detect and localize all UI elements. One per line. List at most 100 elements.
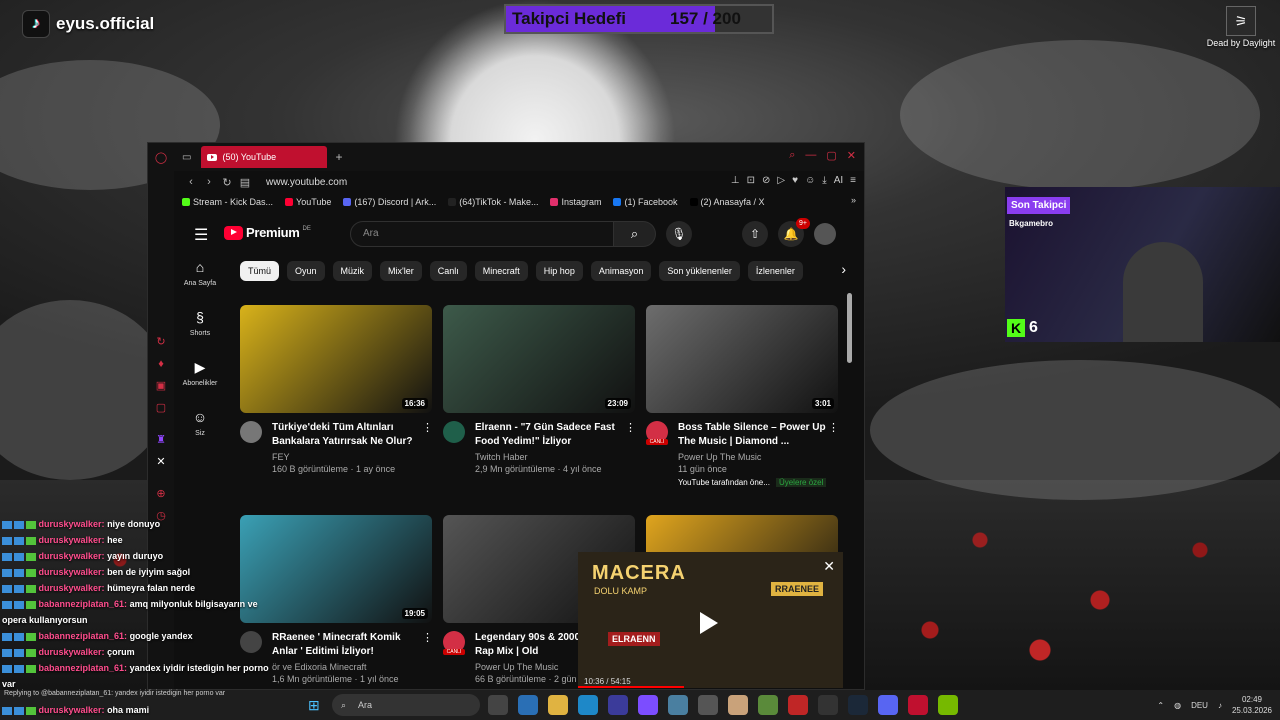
more-options-icon[interactable]: ⋮ [422, 421, 433, 474]
nav-item[interactable]: ☺ Siz [174, 409, 226, 459]
filter-chip[interactable]: Hip hop [535, 261, 583, 281]
pin-icon[interactable]: ⊥ [731, 175, 740, 186]
tray-overflow-icon[interactable]: ⌃ [1157, 701, 1164, 710]
start-button[interactable]: ⊞ [308, 697, 320, 714]
channel-avatar[interactable]: CANLI [646, 421, 668, 445]
video-thumbnail[interactable]: 23:09 [443, 305, 635, 413]
video-popout-icon[interactable]: ▷ [777, 175, 785, 186]
video-card[interactable]: 3:01 CANLI Boss Table Silence – Power Up T… [646, 305, 839, 487]
close-button[interactable]: ✕ [847, 149, 856, 162]
app-icon[interactable] [728, 695, 748, 715]
minecraft-icon[interactable] [758, 695, 778, 715]
adblock-icon[interactable]: ⊘ [762, 175, 770, 186]
nav-item[interactable]: ⌂ Ana Sayfa [174, 259, 226, 309]
volume-icon[interactable]: ♪ [1218, 701, 1222, 710]
task-view-icon[interactable] [488, 695, 508, 715]
channel-avatar[interactable] [240, 421, 262, 443]
network-icon[interactable]: ◍ [1174, 701, 1181, 710]
bookmark-item[interactable]: (1) Facebook [613, 197, 678, 207]
ai-button[interactable]: AI [834, 175, 843, 186]
app-icon[interactable] [668, 695, 688, 715]
youtube-premium-logo[interactable]: Premium DE [224, 225, 311, 240]
filter-chip[interactable]: Canlı [429, 261, 467, 281]
store-icon[interactable] [608, 695, 628, 715]
filter-chip[interactable]: Minecraft [474, 261, 528, 281]
taskbar-search[interactable]: ⌕ Ara [332, 694, 480, 716]
notifications-button[interactable]: 🔔 9+ [778, 218, 810, 247]
video-thumbnail[interactable]: 3:01 [646, 305, 838, 413]
language-indicator[interactable]: DEU [1191, 701, 1208, 710]
file-explorer-icon[interactable] [548, 695, 568, 715]
video-title[interactable]: Türkiye'deki Tüm Altınları Bankalara Yat… [272, 421, 422, 449]
channel-name[interactable]: FEY [272, 452, 422, 462]
minimize-button[interactable]: — [805, 149, 816, 162]
video-card[interactable]: 16:36 Türkiye'deki Tüm Altınları Bankalar… [240, 305, 433, 474]
filter-chip[interactable]: İzlenenler [747, 261, 803, 281]
opera-logo-icon[interactable]: ◯ [154, 151, 168, 165]
search-button[interactable]: ⌕ [614, 221, 656, 247]
clock[interactable]: 02:49 25.03.2026 [1232, 694, 1272, 716]
edge-icon[interactable] [578, 695, 598, 715]
download-icon[interactable]: ⤓ [822, 175, 826, 186]
filter-chip[interactable]: Mix'ler [380, 261, 422, 281]
search-input[interactable]: Ara [350, 221, 614, 247]
search-tabs-icon[interactable]: ⌕ [789, 149, 795, 162]
x-icon[interactable]: ✕ [154, 455, 168, 469]
opera-icon[interactable] [908, 695, 928, 715]
video-title[interactable]: Boss Table Silence – Power Up The Music … [678, 421, 828, 449]
channel-avatar[interactable]: CANLI [443, 631, 465, 655]
reload-button[interactable]: ↻ [218, 176, 236, 189]
filter-chip[interactable]: Animasyon [590, 261, 652, 281]
heart-icon[interactable]: ♥ [792, 175, 798, 186]
more-options-icon[interactable]: ⋮ [828, 421, 839, 487]
steam-icon[interactable] [848, 695, 868, 715]
bookmark-item[interactable]: Instagram [550, 197, 601, 207]
filter-chip[interactable]: Müzik [332, 261, 373, 281]
scrollbar[interactable] [847, 293, 852, 363]
maximize-button[interactable]: ▢ [826, 149, 836, 162]
obs-icon[interactable] [698, 695, 718, 715]
channel-name[interactable]: Twitch Haber [475, 452, 625, 462]
play-icon[interactable] [700, 612, 718, 634]
chips-next-icon[interactable]: › [841, 261, 846, 277]
ai-icon[interactable]: ♦ [154, 357, 168, 371]
channel-avatar[interactable] [443, 421, 465, 443]
nav-item[interactable]: ▶ Abonelikler [174, 359, 226, 409]
upload-button[interactable]: ⇧ [742, 221, 768, 247]
tab-island-icon[interactable]: ▭ [182, 152, 191, 163]
account-avatar[interactable] [814, 223, 836, 245]
url-field[interactable]: www.youtube.com [266, 177, 347, 188]
twitch-icon[interactable]: ♜ [154, 433, 168, 447]
hamburger-menu-icon[interactable]: ☰ [194, 225, 208, 245]
filter-chip[interactable]: Son yüklenenler [659, 261, 740, 281]
discord-icon[interactable] [878, 695, 898, 715]
channel-name[interactable]: Power Up The Music [678, 452, 828, 462]
bookmarks-more-icon[interactable]: » [851, 195, 856, 205]
bookmark-item[interactable]: Stream - Kick Das... [182, 197, 273, 207]
snapshot-icon[interactable]: ⊡ [747, 175, 755, 186]
app-icon[interactable] [788, 695, 808, 715]
bookmark-item[interactable]: (2) Anasayfa / X [689, 197, 765, 207]
nav-item[interactable]: § Shorts [174, 309, 226, 359]
epic-games-icon[interactable] [818, 695, 838, 715]
add-icon[interactable]: ⊕ [154, 487, 168, 501]
new-tab-button[interactable]: + [335, 150, 342, 164]
more-options-icon[interactable]: ⋮ [625, 421, 636, 474]
app-icon[interactable] [638, 695, 658, 715]
mini-player[interactable]: MACERA DOLU KAMP RRAENEE ELRAENN ✕ 10:36… [578, 552, 843, 688]
bookmark-item[interactable]: YouTube [285, 197, 331, 207]
tab-youtube[interactable]: (50) YouTube [201, 146, 328, 168]
back-button[interactable]: ‹ [182, 176, 200, 188]
dead-by-daylight-shortcut[interactable]: ⚞ Dead by Daylight [1206, 6, 1276, 48]
more-options-icon[interactable]: ⋮ [422, 631, 433, 684]
widgets-icon[interactable] [518, 695, 538, 715]
menu-icon[interactable]: ≡ [850, 175, 856, 186]
video-card[interactable]: 23:09 Elraenn - "7 Gün Sadece Fast Food Y… [443, 305, 636, 474]
history-icon[interactable]: ↻ [154, 335, 168, 349]
bookmark-item[interactable]: (167) Discord | Ark... [343, 197, 436, 207]
voice-search-button[interactable]: 🎙 [666, 221, 692, 247]
profile-icon[interactable]: ☺ [805, 175, 815, 186]
filter-chip[interactable]: Oyun [287, 261, 325, 281]
messenger-icon[interactable]: ▣ [154, 379, 168, 393]
bookmark-item[interactable]: (64)TikTok - Make... [448, 197, 538, 207]
